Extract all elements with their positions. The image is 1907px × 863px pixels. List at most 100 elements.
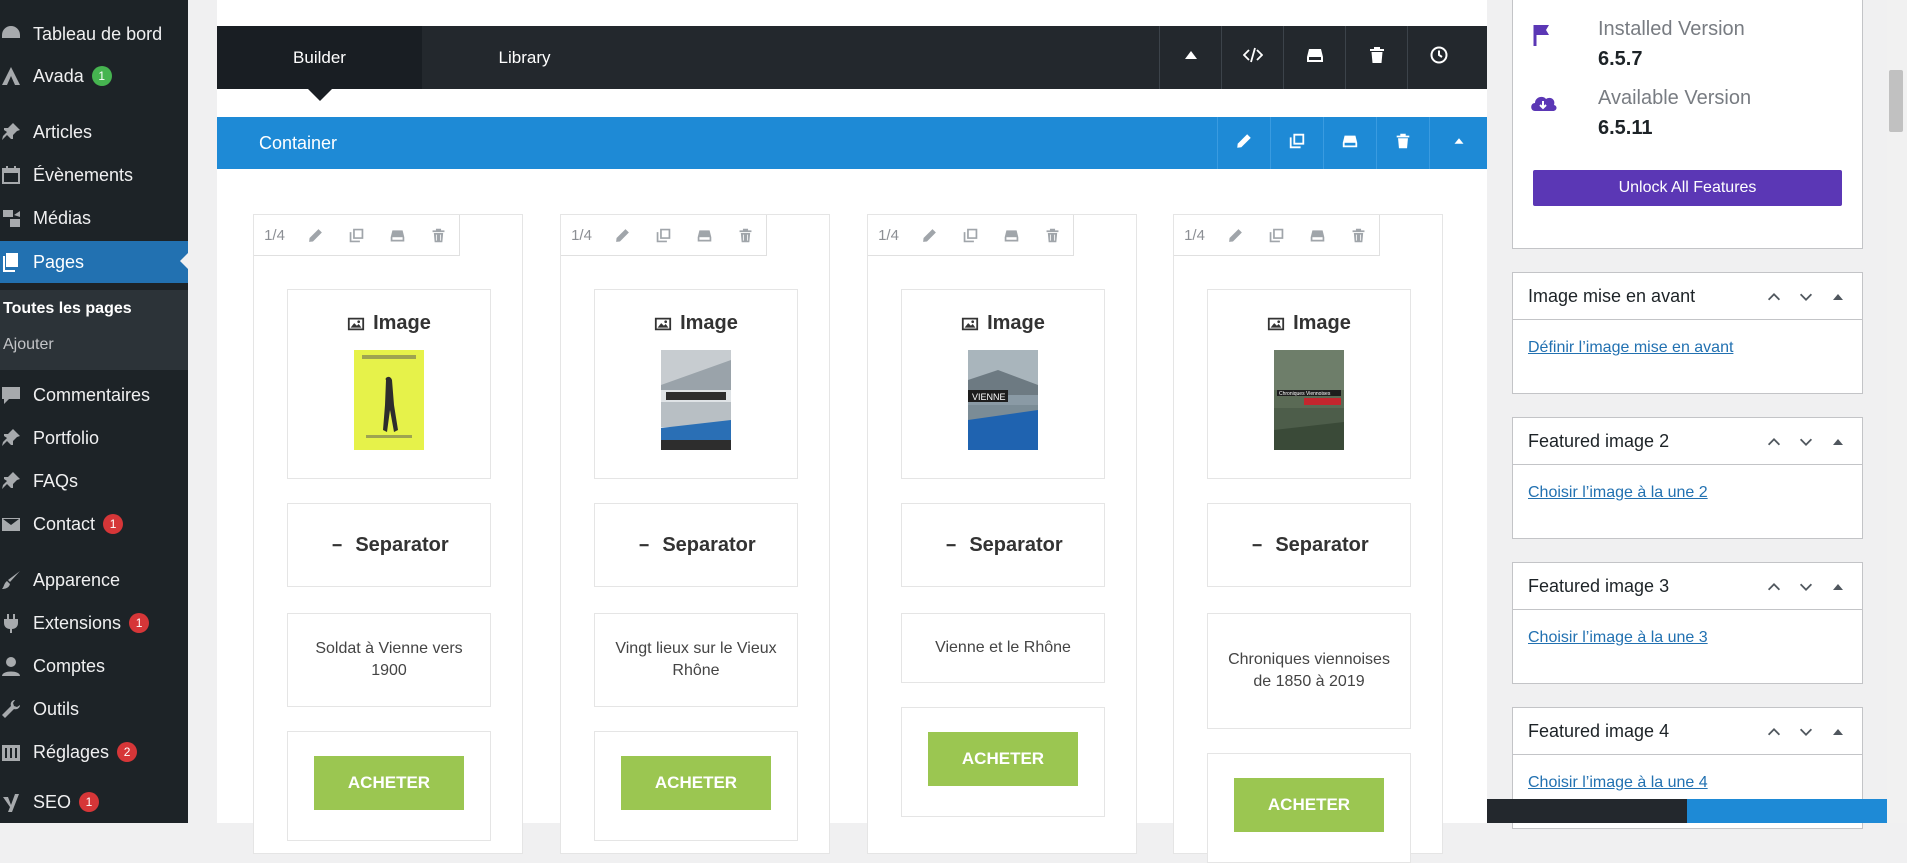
meta-box-header[interactable]: Featured image 2 [1513,418,1862,465]
move-up-button[interactable] [1758,427,1790,457]
separator-element[interactable]: Separator [901,503,1105,587]
button-element[interactable]: ACHETER [1207,753,1411,863]
edit-column-button[interactable] [602,215,643,255]
sidebar-item-comptes[interactable]: Comptes [0,646,188,686]
save-column-button[interactable] [377,215,418,255]
delete-column-button[interactable] [418,215,459,255]
container-header[interactable]: Container [217,117,1487,169]
unlock-features-button[interactable]: Unlock All Features [1533,170,1842,206]
sidebar-item-articles[interactable]: Articles [0,112,188,152]
set-featured-image-link[interactable]: Définir l’image mise en avant [1528,339,1733,357]
button-element[interactable]: ACHETER [594,731,798,841]
image-element[interactable]: Image VIENNE [901,289,1105,479]
collapse-container-button[interactable] [1429,117,1487,169]
pencil-icon [921,227,938,244]
sidebar-item-pages[interactable]: Pages [0,241,188,283]
installed-version-value: 6.5.7 [1598,48,1643,70]
sidebar-item-tableau-de-bord[interactable]: Tableau de bord [0,14,188,54]
edit-container-button[interactable] [1217,117,1270,169]
text-element[interactable]: Soldat à Vienne vers 1900 [287,613,491,707]
sidebar-item-commentaires[interactable]: Commentaires [0,375,188,415]
sidebar-item-outils[interactable]: Outils [0,689,188,729]
buy-button[interactable]: ACHETER [314,756,464,810]
image-element[interactable]: Image [287,289,491,479]
sidebar-item-label: Outils [33,698,80,719]
set-featured-image-link[interactable]: Choisir l’image à la une 4 [1528,774,1708,792]
submenu-all-pages[interactable]: Toutes les pages [3,300,132,318]
separator-element[interactable]: Separator [1207,503,1411,587]
delete-column-button[interactable] [1032,215,1073,255]
clone-column-button[interactable] [1256,215,1297,255]
separator-element[interactable]: Separator [594,503,798,587]
move-up-button[interactable] [1758,717,1790,747]
move-down-button[interactable] [1790,427,1822,457]
sidebar-item-portfolio[interactable]: Portfolio [0,418,188,458]
column-size-button[interactable]: 1/4 [561,215,602,255]
edit-column-button[interactable] [1215,215,1256,255]
move-down-button[interactable] [1790,717,1822,747]
delete-column-button[interactable] [1338,215,1379,255]
sidebar-item-contact[interactable]: Contact 1 [0,504,188,544]
image-element[interactable]: Image Chroniques Viennoises [1207,289,1411,479]
save-column-button[interactable] [1297,215,1338,255]
move-down-button[interactable] [1790,572,1822,602]
save-template-button[interactable] [1283,26,1345,89]
save-column-button[interactable] [684,215,725,255]
edit-column-button[interactable] [295,215,336,255]
buy-button[interactable]: ACHETER [1234,778,1384,832]
save-column-button[interactable] [991,215,1032,255]
delete-container-button[interactable] [1376,117,1429,169]
sidebar-item-seo[interactable]: SEO 1 [0,782,188,822]
clone-container-button[interactable] [1270,117,1323,169]
text-element[interactable]: Vienne et le Rhône [901,613,1105,683]
sidebar-item-medias[interactable]: Médias [0,198,188,238]
toggle-panel-button[interactable] [1822,572,1854,602]
text-element[interactable]: Vingt lieux sur le Vieux Rhône [594,613,798,707]
set-featured-image-link[interactable]: Choisir l’image à la une 3 [1528,629,1708,647]
sidebar-item-faqs[interactable]: FAQs [0,461,188,501]
sidebar-item-evenements[interactable]: Évènements [0,155,188,195]
clone-column-button[interactable] [643,215,684,255]
clone-column-button[interactable] [336,215,377,255]
toggle-panel-button[interactable] [1822,282,1854,312]
collapse-all-button[interactable] [1159,26,1221,89]
tab-builder[interactable]: Builder [217,26,422,101]
text-element[interactable]: Chroniques viennoises de 1850 à 2019 [1207,613,1411,729]
mail-icon [0,504,33,544]
clone-icon [1288,132,1306,155]
image-element[interactable]: Image [594,289,798,479]
save-container-button[interactable] [1323,117,1376,169]
sidebar-item-extensions[interactable]: Extensions 1 [0,603,188,643]
sidebar-item-label: Avada [33,65,84,86]
move-up-button[interactable] [1758,572,1790,602]
clear-layout-button[interactable] [1345,26,1407,89]
meta-box-header[interactable]: Featured image 3 [1513,563,1862,610]
separator-element[interactable]: Separator [287,503,491,587]
submenu-add-page[interactable]: Ajouter [3,336,54,354]
button-element[interactable]: ACHETER [901,707,1105,817]
column-size-button[interactable]: 1/4 [254,215,295,255]
clone-column-button[interactable] [950,215,991,255]
meta-box-header[interactable]: Featured image 4 [1513,708,1862,755]
button-element[interactable]: ACHETER [287,731,491,841]
bottom-blue-strip[interactable] [1687,799,1887,823]
set-featured-image-link[interactable]: Choisir l’image à la une 2 [1528,484,1708,502]
sidebar-item-avada[interactable]: Avada 1 [0,56,188,96]
edit-column-button[interactable] [909,215,950,255]
buy-button[interactable]: ACHETER [621,756,771,810]
scrollbar-thumb[interactable] [1889,70,1903,132]
move-down-button[interactable] [1790,282,1822,312]
move-up-button[interactable] [1758,282,1790,312]
delete-column-button[interactable] [725,215,766,255]
meta-box-header[interactable]: Image mise en avant [1513,273,1862,320]
column-size-button[interactable]: 1/4 [868,215,909,255]
tab-library[interactable]: Library [422,26,627,89]
buy-button[interactable]: ACHETER [928,732,1078,786]
column-size-button[interactable]: 1/4 [1174,215,1215,255]
toggle-panel-button[interactable] [1822,717,1854,747]
sidebar-item-reglages[interactable]: Réglages 2 [0,732,188,772]
sidebar-item-apparence[interactable]: Apparence [0,560,188,600]
toggle-panel-button[interactable] [1822,427,1854,457]
code-view-button[interactable] [1221,26,1283,89]
history-button[interactable] [1407,26,1469,89]
